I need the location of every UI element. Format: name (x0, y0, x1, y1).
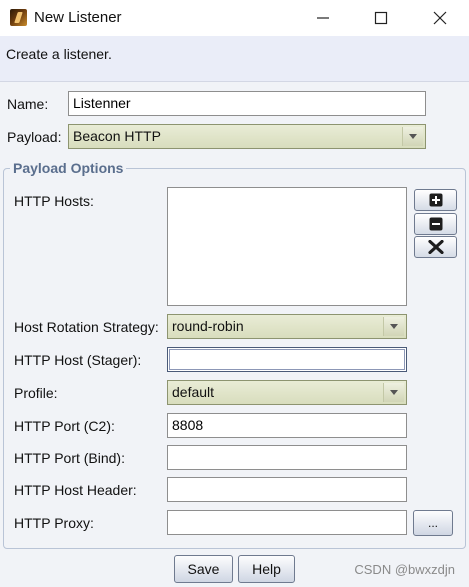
plus-icon (429, 193, 442, 207)
remove-host-button[interactable] (414, 213, 457, 235)
http-host-header-field[interactable] (167, 477, 407, 502)
profile-label: Profile: (14, 385, 58, 401)
chevron-down-icon (402, 127, 423, 146)
app-icon (10, 9, 27, 26)
http-host-stager-field[interactable] (167, 347, 407, 372)
close-icon (433, 11, 447, 25)
save-button[interactable]: Save (174, 555, 233, 583)
payload-label: Payload: (7, 129, 62, 145)
payload-options-title: Payload Options (10, 160, 127, 176)
watermark: CSDN @bwxzdjn (354, 562, 455, 577)
name-label: Name: (7, 96, 49, 112)
http-hosts-label: HTTP Hosts: (14, 193, 94, 209)
minus-icon (429, 217, 442, 231)
window-title: New Listener (34, 9, 122, 26)
proxy-settings-button[interactable]: ... (413, 510, 453, 536)
host-rotation-label: Host Rotation Strategy: (14, 319, 159, 335)
http-hosts-list[interactable] (167, 187, 407, 306)
http-port-c2-field[interactable]: 8808 (167, 413, 407, 438)
http-proxy-field[interactable] (167, 510, 407, 535)
chevron-down-icon (383, 383, 404, 402)
http-port-bind-label: HTTP Port (Bind): (14, 450, 125, 466)
help-button[interactable]: Help (238, 555, 295, 583)
maximize-icon (374, 11, 388, 25)
profile-value: default (172, 384, 215, 400)
minimize-button[interactable] (294, 0, 352, 36)
http-proxy-label: HTTP Proxy: (14, 515, 94, 531)
http-host-header-label: HTTP Host Header: (14, 482, 137, 498)
maximize-button[interactable] (352, 0, 410, 36)
payload-select[interactable]: Beacon HTTP (68, 124, 426, 149)
close-button[interactable] (411, 0, 469, 36)
chevron-down-icon (383, 317, 404, 336)
host-rotation-select[interactable]: round-robin (167, 314, 407, 339)
http-port-bind-field[interactable] (167, 445, 407, 470)
profile-select[interactable]: default (167, 380, 407, 405)
http-host-stager-label: HTTP Host (Stager): (14, 352, 142, 368)
name-field[interactable]: Listenner (68, 91, 426, 116)
host-rotation-value: round-robin (172, 318, 244, 334)
banner-text: Create a listener. (6, 46, 112, 62)
clear-hosts-button[interactable] (414, 236, 457, 258)
add-host-button[interactable] (414, 189, 457, 211)
payload-select-value: Beacon HTTP (73, 128, 161, 144)
x-icon (427, 240, 444, 254)
minimize-icon (317, 17, 329, 19)
http-port-c2-label: HTTP Port (C2): (14, 418, 115, 434)
